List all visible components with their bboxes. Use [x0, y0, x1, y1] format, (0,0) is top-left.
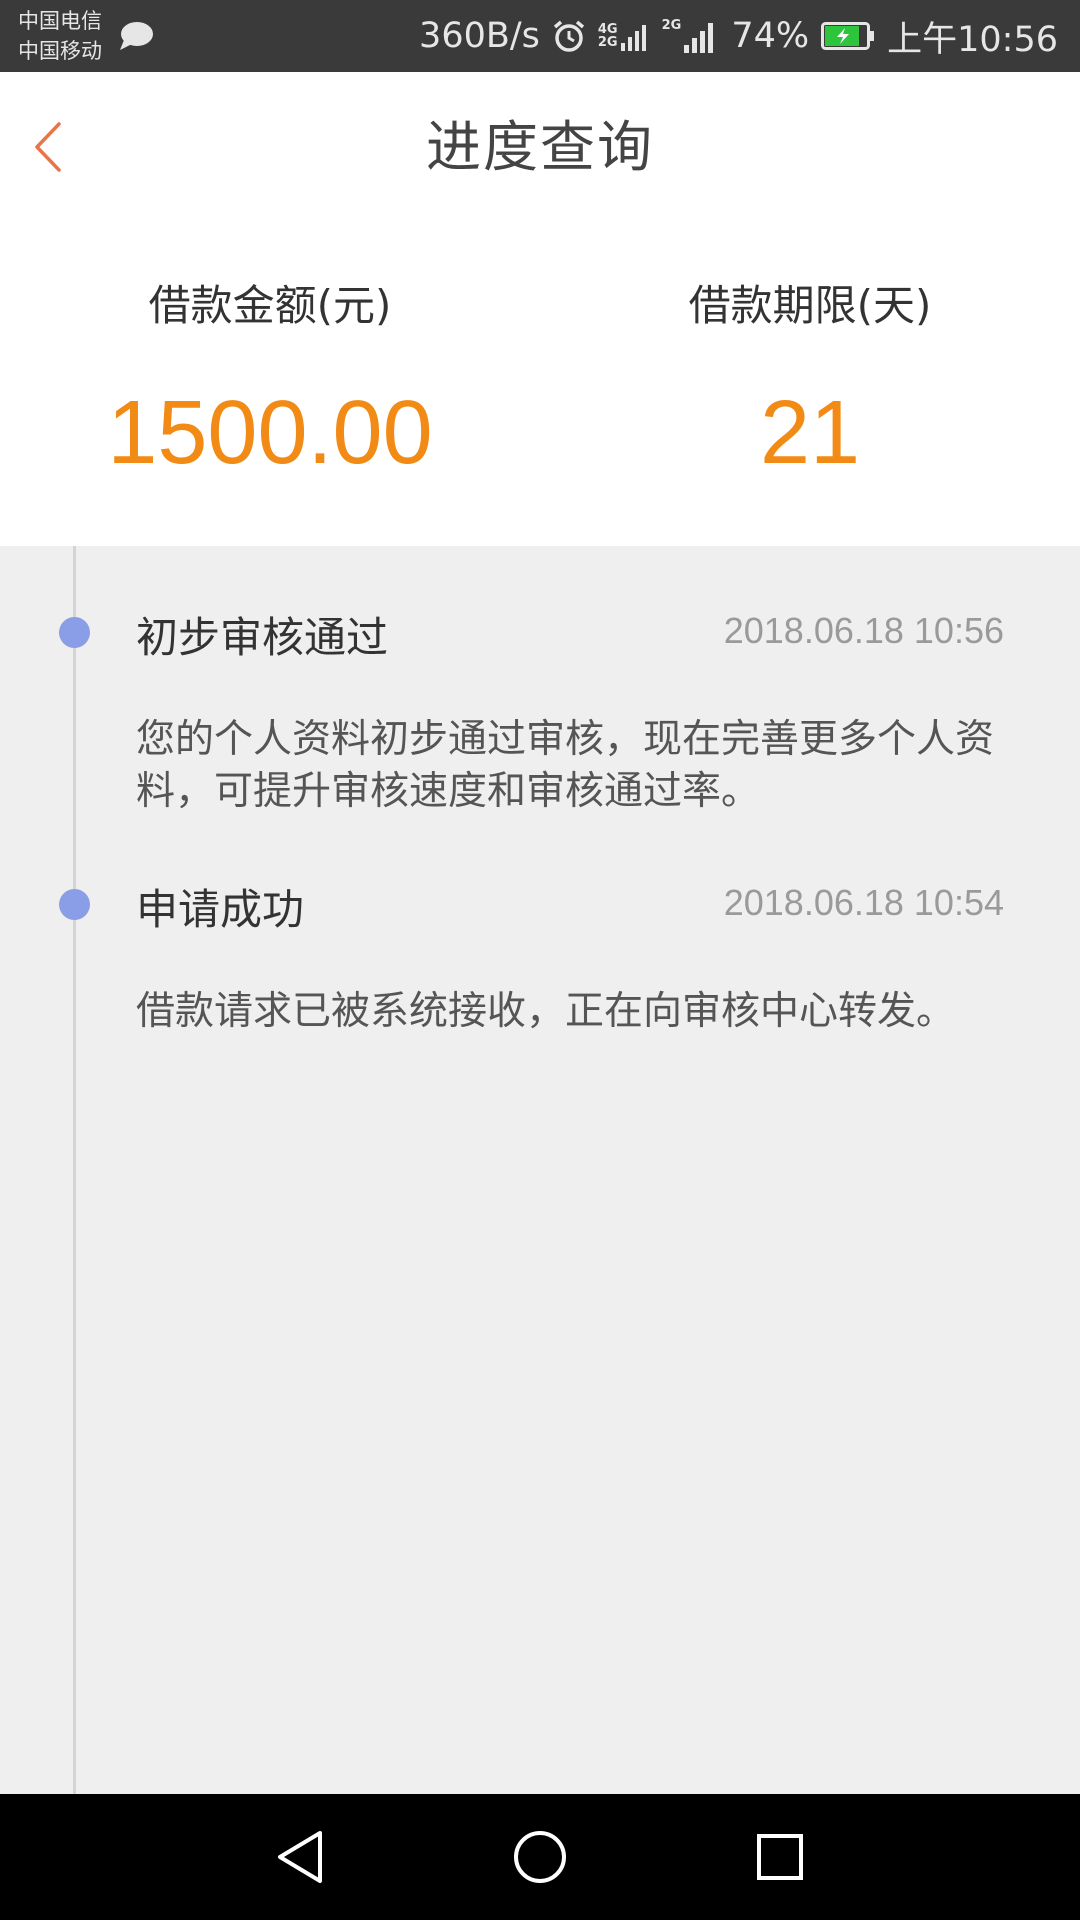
timeline-item-description: 借款请求已被系统接收，正在向审核中心转发。	[136, 989, 956, 1034]
square-recent-icon	[757, 1834, 803, 1880]
status-bar: 中国电信 中国移动 360B/s 4G 2G 2G 74% 上午10:56	[0, 0, 1080, 72]
signal-bars-icon	[684, 23, 714, 53]
timeline-item-description: 您的个人资料初步通过审核，现在完善更多个人资料，可提升审核速度和审核通过率。	[136, 717, 995, 814]
network-speed: 360B/s	[419, 16, 540, 56]
timeline-dot	[59, 617, 90, 648]
alarm-icon	[553, 20, 585, 52]
signal-bars-icon	[620, 25, 646, 51]
nav-recent-button[interactable]	[745, 1822, 815, 1892]
carrier-info: 中国电信 中国移动	[18, 6, 102, 66]
nav-back-button[interactable]	[265, 1822, 335, 1892]
loan-amount-value: 1500.00	[107, 383, 433, 483]
timeline-dot	[59, 889, 90, 920]
progress-timeline: 初步审核通过 2018.06.18 10:56 您的个人资料初步通过审核，现在完…	[0, 546, 1080, 1794]
timeline-item-time: 2018.06.18 10:54	[723, 882, 1004, 923]
chat-bubble-icon	[120, 22, 153, 50]
loan-term-label: 借款期限(天)	[688, 281, 932, 330]
timeline-line	[73, 546, 76, 1794]
timeline-item-time: 2018.06.18 10:56	[723, 610, 1004, 651]
carrier-1: 中国电信	[18, 9, 102, 33]
network-type-label: 2G	[597, 35, 618, 50]
signal-1: 4G 2G	[598, 21, 650, 51]
signal-2: 2G	[662, 19, 720, 53]
timeline-item-title: 申请成功	[136, 885, 305, 934]
circle-home-icon	[514, 1831, 566, 1883]
clock-time: 上午10:56	[887, 19, 1058, 60]
network-type-label: 2G	[661, 18, 682, 33]
loan-amount-label: 借款金额(元)	[148, 281, 392, 330]
battery-charging-icon	[821, 22, 875, 50]
timeline-item-title: 初步审核通过	[136, 613, 389, 662]
triangle-back-icon	[278, 1831, 322, 1883]
carrier-2: 中国移动	[18, 39, 102, 63]
system-nav-bar	[0, 1794, 1080, 1920]
loan-term-value: 21	[759, 383, 861, 483]
loan-summary: 借款金额(元) 1500.00 借款期限(天) 21	[0, 222, 1080, 546]
battery-percent: 74%	[731, 16, 810, 56]
status-indicators: 360B/s 4G 2G 2G 74% 上午10:56	[419, 0, 1058, 72]
nav-home-button[interactable]	[505, 1822, 575, 1892]
page-title: 进度查询	[425, 115, 654, 179]
app-header: 进度查询	[0, 72, 1080, 222]
